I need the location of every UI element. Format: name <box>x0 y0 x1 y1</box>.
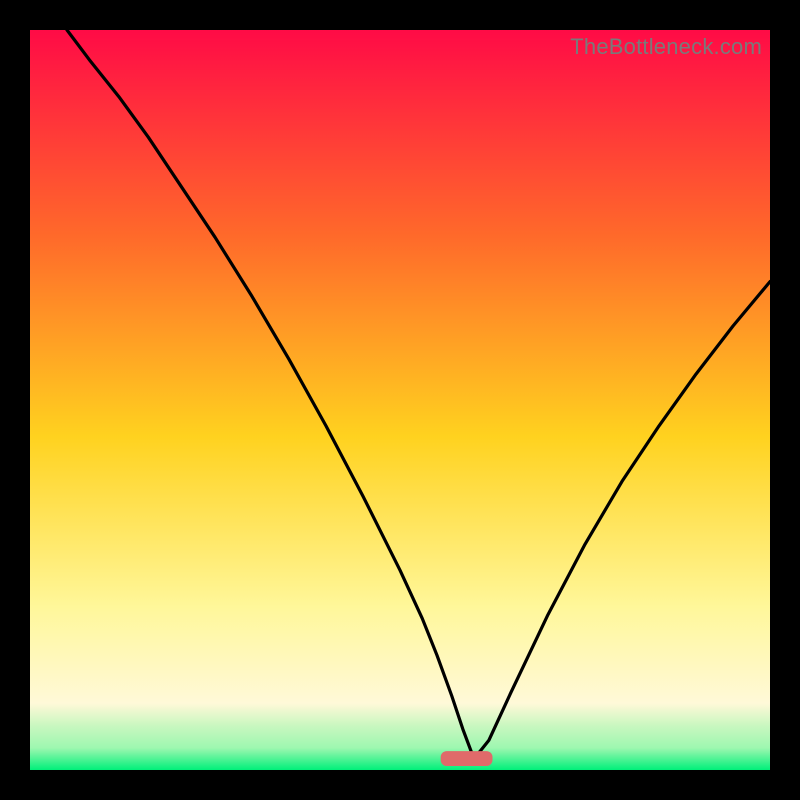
watermark-text: TheBottleneck.com <box>570 34 762 60</box>
optimal-marker <box>441 751 493 766</box>
gradient-background <box>30 30 770 770</box>
bottleneck-chart <box>30 30 770 770</box>
chart-frame: TheBottleneck.com <box>30 30 770 770</box>
